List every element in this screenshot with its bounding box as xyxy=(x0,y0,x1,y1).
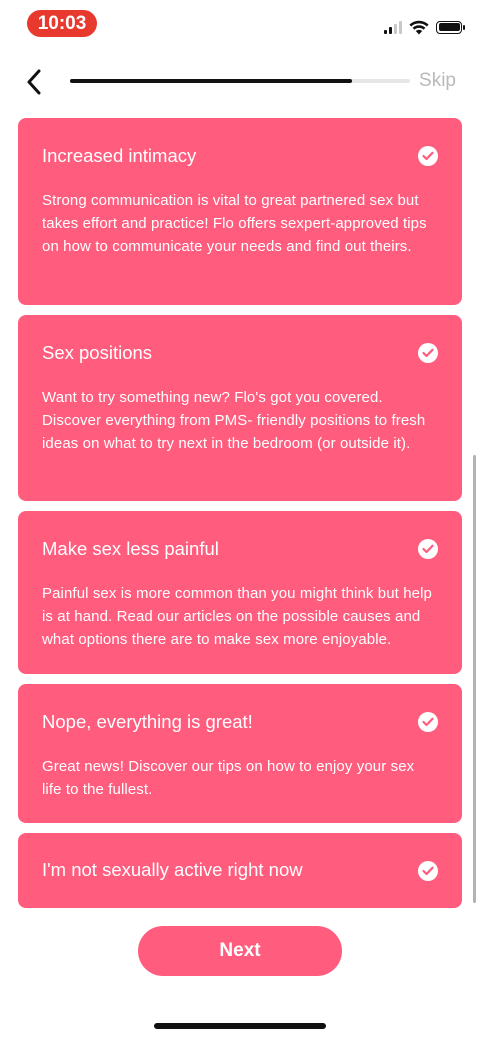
option-card[interactable]: Make sex less painful Painful sex is more… xyxy=(18,511,462,674)
option-description: Great news! Discover our tips on how to … xyxy=(42,758,415,798)
next-button[interactable]: Next xyxy=(138,926,342,976)
option-description: Painful sex is more common than you migh… xyxy=(42,585,432,648)
checkmark-icon xyxy=(418,146,438,166)
option-title: I'm not sexually active right now xyxy=(42,859,303,880)
option-card[interactable]: I'm not sexually active right now xyxy=(18,833,462,908)
home-indicator xyxy=(154,1023,326,1029)
status-bar: 10:03 xyxy=(0,0,480,48)
chevron-left-icon xyxy=(27,69,41,95)
option-card[interactable]: Nope, everything is great! Great news! Di… xyxy=(18,684,462,823)
options-list: Increased intimacy Strong communication i… xyxy=(18,118,462,918)
scrollbar[interactable] xyxy=(473,455,476,903)
option-title: Sex positions xyxy=(42,342,153,363)
status-time: 10:03 xyxy=(27,10,97,37)
cellular-signal-icon xyxy=(384,20,402,34)
option-title: Nope, everything is great! xyxy=(42,711,253,732)
status-icons xyxy=(384,17,465,37)
option-card[interactable]: Sex positions Want to try something new? … xyxy=(18,315,462,501)
battery-icon xyxy=(436,20,465,34)
wifi-icon xyxy=(409,20,429,34)
onboarding-progress-bar xyxy=(70,79,410,83)
option-description: Want to try something new? Flo's got you… xyxy=(42,389,426,452)
option-card[interactable]: Increased intimacy Strong communication i… xyxy=(18,118,462,305)
checkmark-icon xyxy=(418,712,438,732)
option-title: Increased intimacy xyxy=(42,145,197,166)
nav-bar: Skip xyxy=(0,60,480,104)
checkmark-icon xyxy=(418,343,438,363)
progress-fill xyxy=(70,79,353,83)
checkmark-icon xyxy=(418,539,438,559)
checkmark-icon xyxy=(418,861,438,881)
option-description: Strong communication is vital to great p… xyxy=(42,192,427,255)
back-button[interactable] xyxy=(20,64,48,100)
skip-button[interactable]: Skip xyxy=(419,70,456,92)
option-title: Make sex less painful xyxy=(42,538,219,559)
